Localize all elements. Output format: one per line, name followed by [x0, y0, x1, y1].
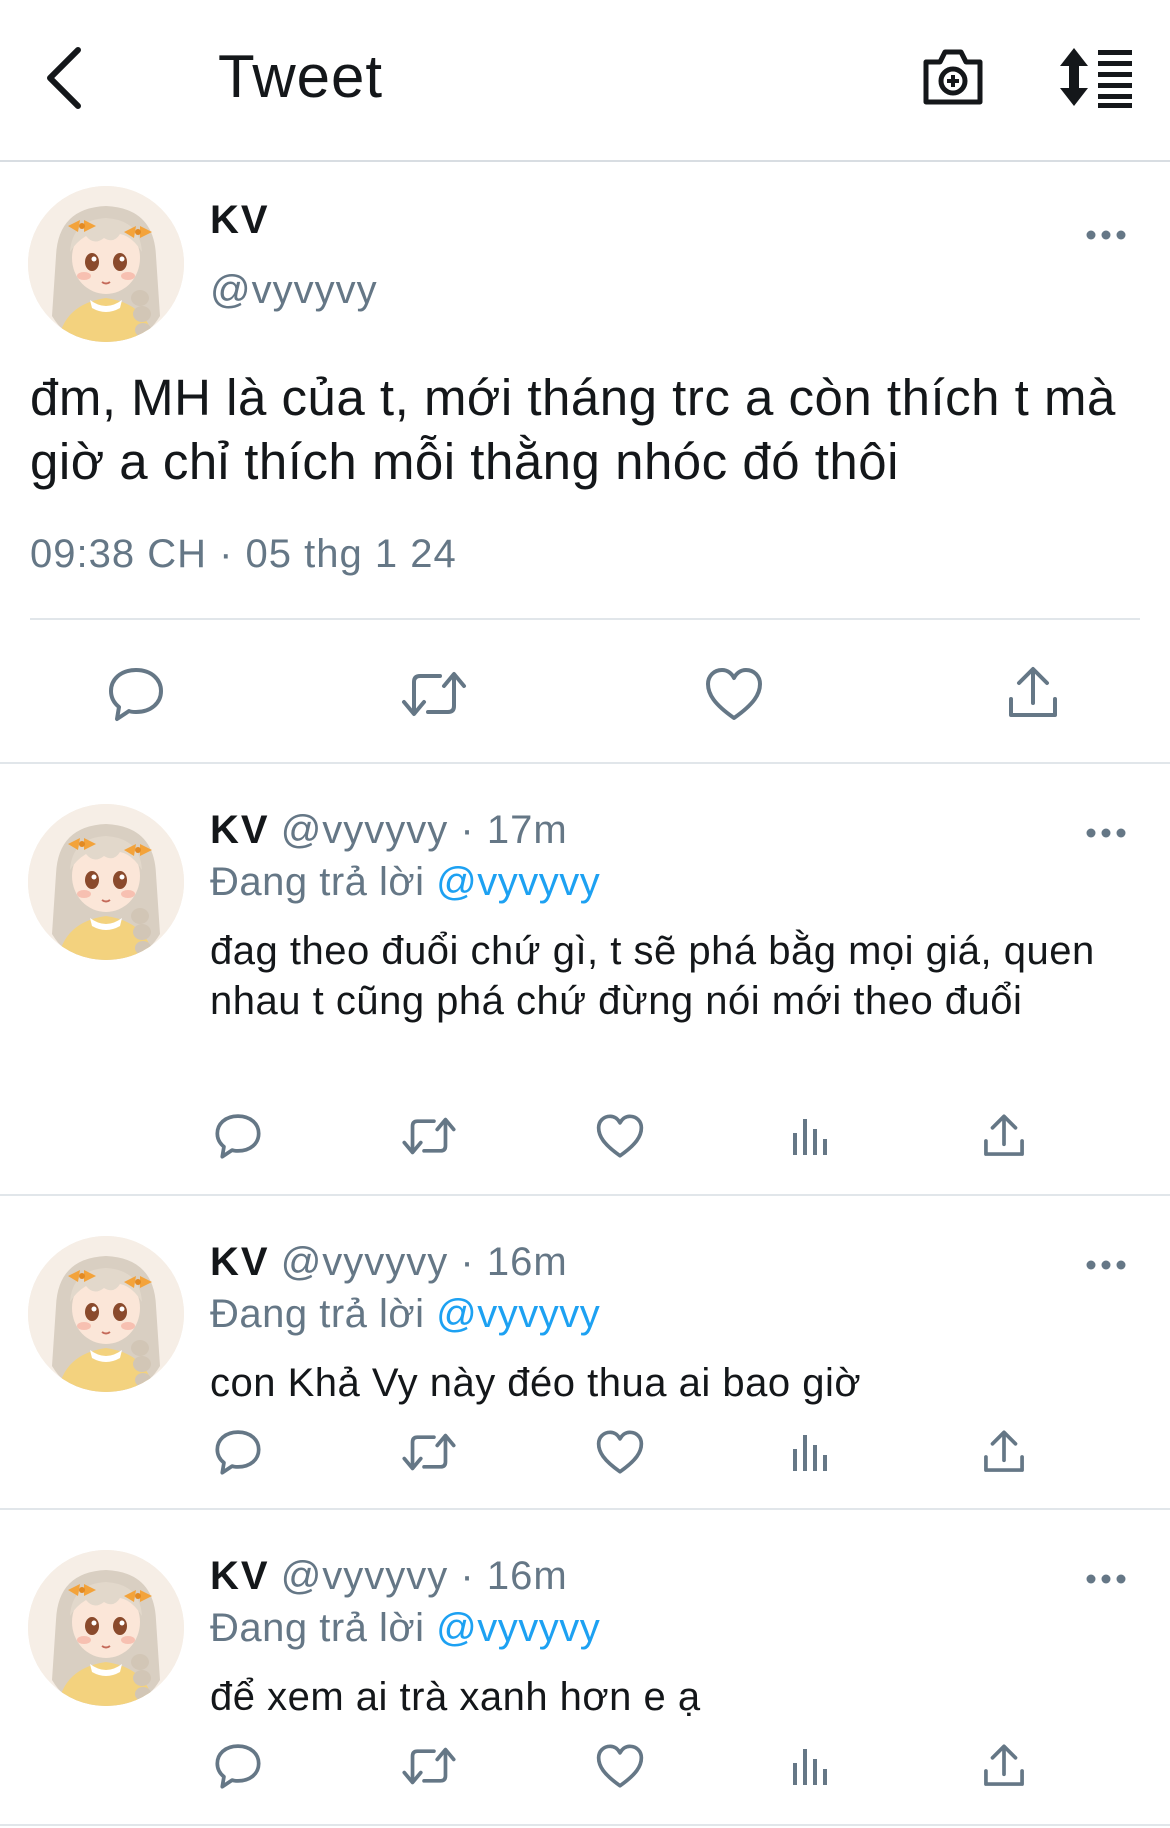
- sort-list-icon: [1058, 48, 1136, 112]
- tweet-text: đm, MH là của t, mới tháng trc a còn thí…: [30, 369, 1116, 490]
- retweet-icon: [401, 1430, 457, 1479]
- retweet-button[interactable]: [398, 1110, 460, 1166]
- retweet-button[interactable]: [398, 664, 470, 728]
- author-name[interactable]: KV: [210, 1554, 270, 1598]
- author-handle-time: @vyvyvy · 17m: [280, 808, 568, 852]
- page-title: Tweet: [218, 43, 384, 110]
- divider: [30, 618, 1140, 620]
- more-options-button[interactable]: [1076, 1246, 1136, 1286]
- share-icon: [1005, 665, 1061, 726]
- author-name[interactable]: KV: [210, 808, 270, 852]
- reply-icon: [107, 665, 165, 728]
- retweet-button[interactable]: [398, 1426, 460, 1482]
- tweet-actions: [0, 644, 1170, 744]
- replying-to: Đang trả lời @vyvyvy: [210, 1292, 600, 1337]
- more-dots-icon: [1086, 825, 1126, 843]
- more-dots-icon: [1086, 1571, 1126, 1589]
- replying-label: Đang trả lời: [210, 1606, 425, 1650]
- share-button[interactable]: [976, 1110, 1032, 1166]
- more-dots-icon: [1086, 1257, 1126, 1275]
- share-icon: [981, 1113, 1027, 1164]
- like-icon: [595, 1743, 645, 1794]
- like-icon: [595, 1429, 645, 1480]
- reply-tweet[interactable]: KV @vyvyvy · 17m Đang trả lời @vyvyvy đa…: [0, 766, 1170, 1196]
- more-options-button[interactable]: [1076, 1560, 1136, 1600]
- reply-header: KV @vyvyvy · 16m: [210, 1240, 568, 1285]
- avatar[interactable]: [28, 804, 184, 960]
- retweet-icon: [400, 668, 468, 725]
- analytics-icon: [791, 1745, 831, 1792]
- replying-to: Đang trả lời @vyvyvy: [210, 860, 600, 905]
- more-dots-icon: [1086, 227, 1126, 245]
- like-button[interactable]: [592, 1110, 648, 1166]
- reply-tweet[interactable]: KV @vyvyvy · 16m Đang trả lời @vyvyvy để…: [0, 1512, 1170, 1826]
- replying-label: Đang trả lời: [210, 1292, 425, 1336]
- share-button[interactable]: [976, 1426, 1032, 1482]
- replying-label: Đang trả lời: [210, 860, 425, 904]
- reply-icon: [214, 1428, 262, 1481]
- retweet-icon: [401, 1744, 457, 1793]
- author-handle-time: @vyvyvy · 16m: [280, 1554, 568, 1598]
- mention-link[interactable]: @vyvyvy: [436, 860, 600, 904]
- author-handle-time: @vyvyvy · 16m: [280, 1240, 568, 1284]
- tweet-actions: [0, 1110, 1170, 1180]
- tweet-actions: [0, 1426, 1170, 1496]
- tweet-actions: [0, 1740, 1170, 1810]
- chevron-left-icon: [44, 46, 84, 115]
- reply-button[interactable]: [210, 1110, 266, 1166]
- like-icon: [595, 1113, 645, 1164]
- mention-link[interactable]: @vyvyvy: [436, 1606, 600, 1650]
- share-button[interactable]: [976, 1740, 1032, 1796]
- main-tweet: KV @vyvyvy đm, MH là của t, mới tháng tr…: [0, 164, 1170, 764]
- analytics-icon: [791, 1115, 831, 1162]
- back-button[interactable]: [40, 44, 88, 116]
- author-name[interactable]: KV: [210, 198, 270, 243]
- author-handle[interactable]: @vyvyvy: [210, 268, 378, 313]
- like-button[interactable]: [700, 664, 768, 728]
- tweet-text: để xem ai trà xanh hơn e ạ: [210, 1675, 701, 1719]
- analytics-icon: [791, 1431, 831, 1478]
- retweet-icon: [401, 1114, 457, 1163]
- like-icon: [704, 666, 764, 727]
- sort-button[interactable]: [1058, 46, 1136, 108]
- retweet-button[interactable]: [398, 1740, 460, 1796]
- avatar[interactable]: [28, 1550, 184, 1706]
- like-button[interactable]: [592, 1740, 648, 1796]
- author-name[interactable]: KV: [210, 1240, 270, 1284]
- avatar[interactable]: [28, 186, 184, 342]
- avatar[interactable]: [28, 1236, 184, 1392]
- tweet-timestamp: 09:38 CH · 05 thg 1 24: [30, 532, 457, 576]
- analytics-button[interactable]: [786, 1426, 836, 1482]
- tweet-text: con Khả Vy này đéo thua ai bao giờ: [210, 1361, 862, 1405]
- reply-header: KV @vyvyvy · 16m: [210, 1554, 568, 1599]
- reply-header: KV @vyvyvy · 17m: [210, 808, 568, 853]
- reply-button[interactable]: [104, 664, 168, 728]
- reply-button[interactable]: [210, 1740, 266, 1796]
- camera-button[interactable]: [920, 46, 986, 108]
- more-options-button[interactable]: [1076, 216, 1136, 256]
- reply-icon: [214, 1112, 262, 1165]
- tweet-text: đag theo đuổi chứ gì, t sẽ phá bằg mọi g…: [210, 929, 1095, 1023]
- analytics-button[interactable]: [786, 1740, 836, 1796]
- replying-to: Đang trả lời @vyvyvy: [210, 1606, 600, 1651]
- share-icon: [981, 1429, 1027, 1480]
- more-options-button[interactable]: [1076, 814, 1136, 854]
- reply-tweet[interactable]: KV @vyvyvy · 16m Đang trả lời @vyvyvy co…: [0, 1198, 1170, 1510]
- share-icon: [981, 1743, 1027, 1794]
- mention-link[interactable]: @vyvyvy: [436, 1292, 600, 1336]
- reply-icon: [214, 1742, 262, 1795]
- camera-plus-icon: [920, 49, 986, 112]
- analytics-button[interactable]: [786, 1110, 836, 1166]
- top-bar: Tweet: [0, 0, 1170, 162]
- like-button[interactable]: [592, 1426, 648, 1482]
- share-button[interactable]: [1000, 662, 1066, 728]
- reply-button[interactable]: [210, 1426, 266, 1482]
